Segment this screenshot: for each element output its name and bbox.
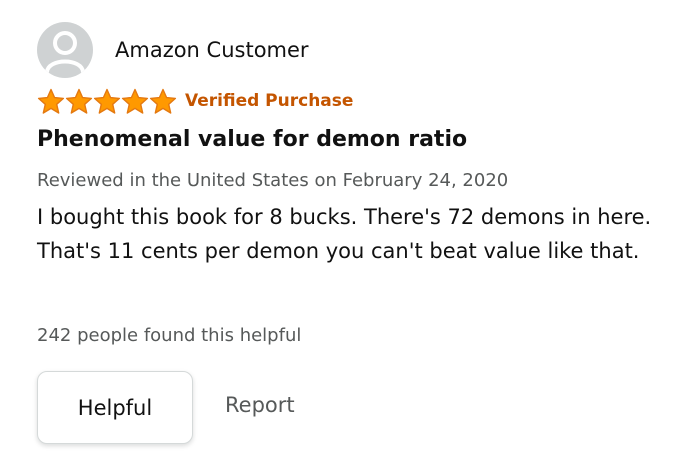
- reviewer-profile[interactable]: Amazon Customer: [37, 22, 309, 78]
- helpful-count: 242 people found this helpful: [37, 325, 302, 346]
- user-avatar-icon: [37, 22, 93, 78]
- verified-purchase-badge: Verified Purchase: [185, 91, 354, 111]
- customer-review: Amazon Customer Verified Purchase Phenom…: [0, 0, 700, 469]
- reviewer-name[interactable]: Amazon Customer: [115, 38, 309, 62]
- star-icon: [121, 88, 149, 114]
- star-icon: [65, 88, 93, 114]
- rating-row: Verified Purchase: [37, 87, 353, 115]
- review-title[interactable]: Phenomenal value for demon ratio: [37, 127, 467, 152]
- review-body: I bought this book for 8 bucks. There's …: [37, 205, 652, 263]
- star-icon: [93, 88, 121, 114]
- report-link[interactable]: Report: [225, 393, 295, 417]
- star-icon: [149, 88, 177, 114]
- star-icon: [37, 88, 65, 114]
- review-date: Reviewed in the United States on Februar…: [37, 170, 509, 191]
- star-rating: [37, 88, 177, 115]
- helpful-button[interactable]: Helpful: [37, 371, 193, 444]
